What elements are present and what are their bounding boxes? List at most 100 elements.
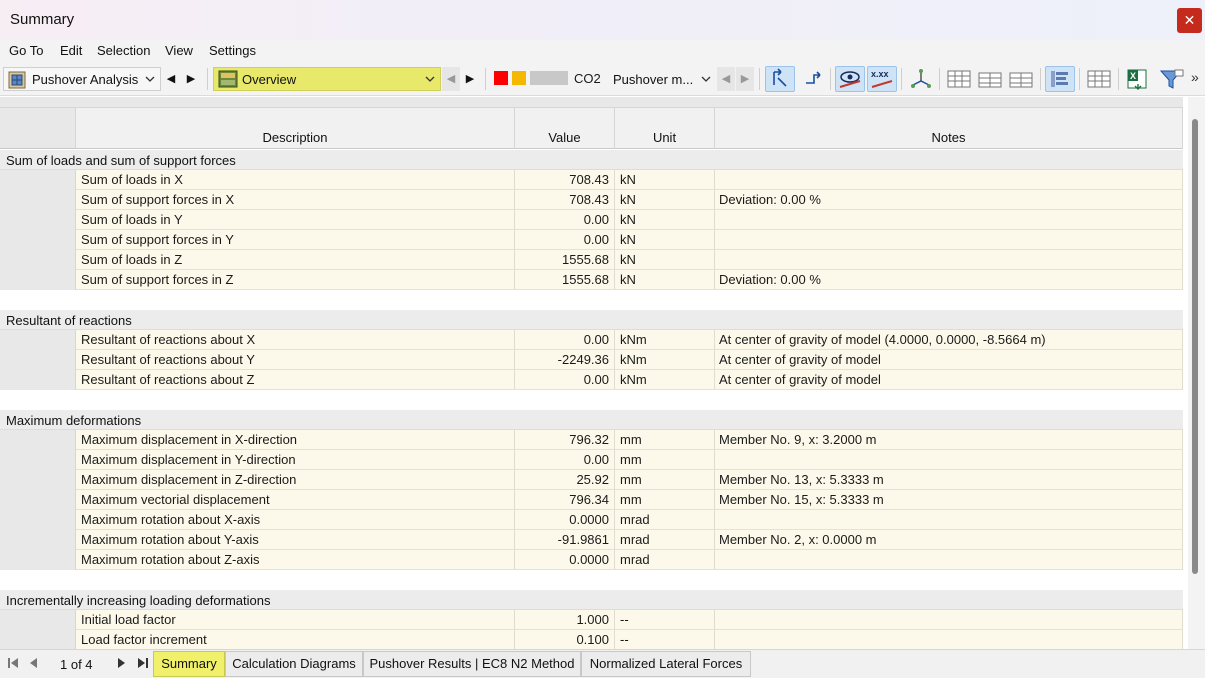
table-row[interactable]: Sum of support forces in Y0.00kN [0, 230, 1183, 250]
group-header-row[interactable]: Resultant of reactions [0, 310, 1183, 330]
table-row[interactable]: Maximum displacement in Y-direction0.00m… [0, 450, 1183, 470]
menu-view[interactable]: View [165, 43, 193, 58]
description-cell[interactable]: Sum of loads in X [76, 170, 515, 190]
column-header-notes[interactable]: Notes [715, 108, 1183, 149]
column-header-value[interactable]: Value [515, 108, 615, 149]
description-cell[interactable]: Maximum displacement in Y-direction [76, 450, 515, 470]
tab-pushover-results[interactable]: Pushover Results | EC8 N2 Method [363, 651, 581, 677]
value-cell[interactable]: 0.100 [515, 630, 615, 649]
description-cell[interactable]: Maximum displacement in X-direction [76, 430, 515, 450]
synchronize-selection-button[interactable] [800, 67, 826, 91]
last-page-icon[interactable] [137, 657, 149, 672]
previous-table-button[interactable]: ◀ [442, 67, 460, 91]
table-row[interactable]: Maximum displacement in Z-direction25.92… [0, 470, 1183, 490]
select-in-model-button[interactable] [765, 66, 795, 92]
unit-cell[interactable]: kNm [615, 330, 715, 350]
table-row[interactable]: Sum of support forces in X708.43kNDeviat… [0, 190, 1183, 210]
table-row[interactable]: Initial load factor1.000-- [0, 610, 1183, 630]
value-cell[interactable]: 796.32 [515, 430, 615, 450]
unit-cell[interactable]: kN [615, 270, 715, 290]
value-cell[interactable]: 0.0000 [515, 550, 615, 570]
show-values-button[interactable]: x.xx [867, 66, 897, 92]
analysis-type-dropdown[interactable]: Pushover Analysis [3, 67, 161, 91]
tab-summary[interactable]: Summary [153, 651, 225, 677]
unit-cell[interactable]: kN [615, 250, 715, 270]
delete-row-button[interactable] [1008, 67, 1034, 91]
notes-cell[interactable] [715, 610, 1183, 630]
description-cell[interactable]: Maximum rotation about Z-axis [76, 550, 515, 570]
table-view-dropdown[interactable]: Overview [213, 67, 441, 91]
value-cell[interactable]: 0.00 [515, 450, 615, 470]
value-cell[interactable]: 1555.68 [515, 250, 615, 270]
table-row[interactable]: Maximum displacement in X-direction796.3… [0, 430, 1183, 450]
description-cell[interactable]: Sum of support forces in X [76, 190, 515, 210]
value-cell[interactable]: -91.9861 [515, 530, 615, 550]
previous-result-button[interactable]: ◀ [717, 67, 735, 91]
value-cell[interactable]: 708.43 [515, 170, 615, 190]
description-cell[interactable]: Load factor increment [76, 630, 515, 649]
table-row[interactable]: Sum of loads in Z1555.68kN [0, 250, 1183, 270]
table-settings-button[interactable] [1086, 67, 1112, 91]
notes-cell[interactable] [715, 170, 1183, 190]
scrollbar-thumb[interactable] [1192, 119, 1198, 574]
column-header-unit[interactable]: Unit [615, 108, 715, 149]
tab-normalized-lateral-forces[interactable]: Normalized Lateral Forces [581, 651, 751, 677]
value-cell[interactable]: 0.00 [515, 330, 615, 350]
description-cell[interactable]: Resultant of reactions about Z [76, 370, 515, 390]
unit-cell[interactable]: kNm [615, 370, 715, 390]
menu-settings[interactable]: Settings [209, 43, 256, 58]
description-cell[interactable]: Sum of loads in Z [76, 250, 515, 270]
group-header-row[interactable]: Maximum deformations [0, 410, 1183, 430]
description-cell[interactable]: Sum of support forces in Y [76, 230, 515, 250]
notes-cell[interactable] [715, 230, 1183, 250]
value-cell[interactable]: -2249.36 [515, 350, 615, 370]
result-type-dropdown[interactable]: Pushover m... [607, 67, 715, 91]
show-results-button[interactable] [835, 66, 865, 92]
export-excel-button[interactable]: X [1125, 67, 1151, 91]
unit-cell[interactable]: kN [615, 190, 715, 210]
notes-cell[interactable] [715, 550, 1183, 570]
notes-cell[interactable]: At center of gravity of model [715, 370, 1183, 390]
table-row[interactable]: Maximum vectorial displacement796.34mmMe… [0, 490, 1183, 510]
menu-edit[interactable]: Edit [60, 43, 82, 58]
unit-cell[interactable]: mrad [615, 510, 715, 530]
next-result-button[interactable]: ▶ [736, 67, 754, 91]
model-view-button[interactable] [908, 67, 934, 91]
description-cell[interactable]: Maximum vectorial displacement [76, 490, 515, 510]
unit-cell[interactable]: -- [615, 630, 715, 649]
table-row[interactable]: Load factor increment0.100-- [0, 630, 1183, 649]
notes-cell[interactable]: Member No. 15, x: 5.3333 m [715, 490, 1183, 510]
value-cell[interactable]: 1555.68 [515, 270, 615, 290]
unit-cell[interactable]: mrad [615, 530, 715, 550]
menu-selection[interactable]: Selection [97, 43, 150, 58]
column-header-description[interactable]: Description [76, 108, 515, 149]
notes-cell[interactable]: Member No. 9, x: 3.2000 m [715, 430, 1183, 450]
table-row[interactable]: Maximum rotation about Y-axis-91.9861mra… [0, 530, 1183, 550]
more-tools-icon[interactable]: » [1191, 69, 1199, 85]
unit-cell[interactable]: kNm [615, 350, 715, 370]
close-button[interactable]: ✕ [1177, 8, 1202, 33]
group-header-row[interactable]: Sum of loads and sum of support forces [0, 150, 1183, 170]
notes-cell[interactable]: At center of gravity of model [715, 350, 1183, 370]
vertical-scrollbar[interactable] [1188, 97, 1205, 649]
menu-goto[interactable]: Go To [9, 43, 43, 58]
description-cell[interactable]: Resultant of reactions about Y [76, 350, 515, 370]
notes-cell[interactable]: At center of gravity of model (4.0000, 0… [715, 330, 1183, 350]
next-analysis-button[interactable]: ▶ [182, 67, 200, 91]
tab-calculation-diagrams[interactable]: Calculation Diagrams [225, 651, 363, 677]
table-columns-button[interactable] [946, 67, 972, 91]
table-row[interactable]: Maximum rotation about Z-axis0.0000mrad [0, 550, 1183, 570]
description-cell[interactable]: Maximum displacement in Z-direction [76, 470, 515, 490]
group-rows-button[interactable] [1045, 66, 1075, 92]
unit-cell[interactable]: mm [615, 450, 715, 470]
unit-cell[interactable]: -- [615, 610, 715, 630]
value-cell[interactable]: 0.00 [515, 370, 615, 390]
table-row[interactable]: Sum of support forces in Z1555.68kNDevia… [0, 270, 1183, 290]
description-cell[interactable]: Sum of loads in Y [76, 210, 515, 230]
table-row[interactable]: Maximum rotation about X-axis0.0000mrad [0, 510, 1183, 530]
table-row[interactable]: Sum of loads in X708.43kN [0, 170, 1183, 190]
notes-cell[interactable] [715, 250, 1183, 270]
insert-row-button[interactable] [977, 67, 1003, 91]
notes-cell[interactable] [715, 510, 1183, 530]
notes-cell[interactable] [715, 210, 1183, 230]
